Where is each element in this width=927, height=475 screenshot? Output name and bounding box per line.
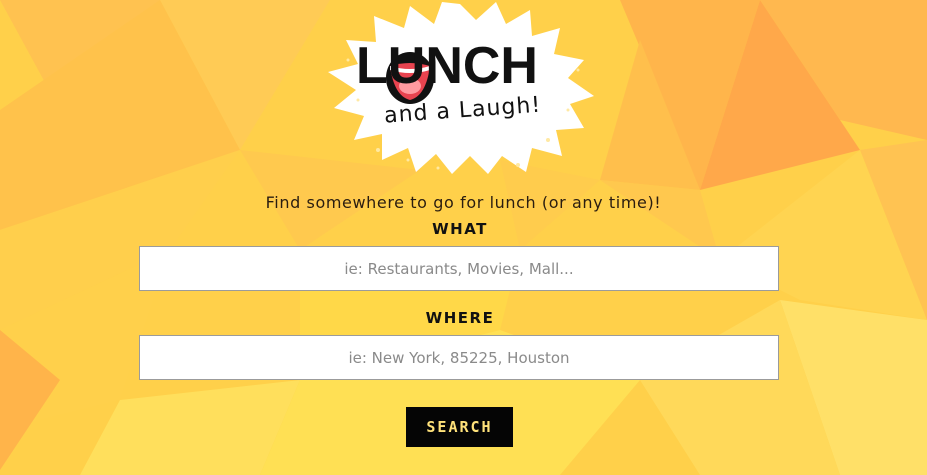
where-input[interactable] (139, 335, 779, 380)
tagline: Find somewhere to go for lunch (or any t… (265, 193, 662, 212)
logo-title: LUNCH (356, 37, 538, 95)
where-label: WHERE (425, 309, 495, 327)
what-label: WHAT (432, 220, 488, 238)
search-button[interactable]: SEARCH (406, 407, 513, 447)
what-input[interactable] (139, 246, 779, 291)
